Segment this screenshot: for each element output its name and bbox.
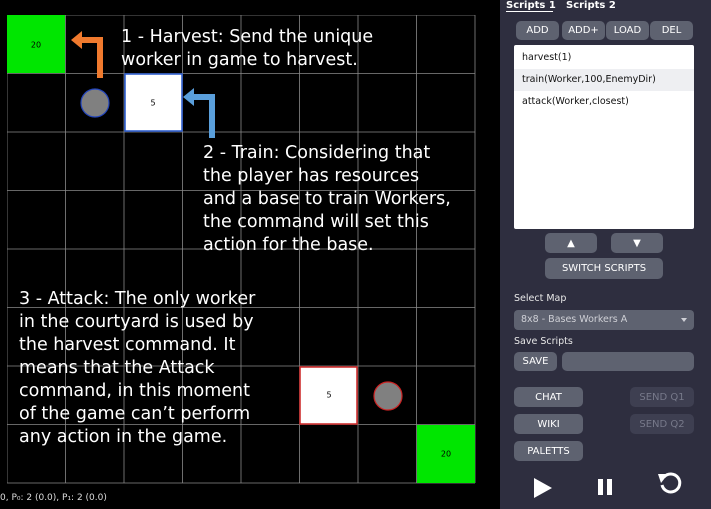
move-down-button[interactable]: ▼ — [611, 233, 663, 253]
play-icon[interactable] — [532, 476, 554, 500]
save-scripts-label: Save Scripts — [514, 336, 573, 347]
enemy-barracks-count: 5 — [326, 391, 331, 400]
pause-icon[interactable] — [596, 477, 614, 497]
orange-arrowhead-icon — [71, 31, 82, 49]
load-button[interactable]: LOAD — [606, 21, 649, 40]
chevron-down-icon — [681, 318, 687, 322]
scripts-list: harvest(1) train(Worker,100,EnemyDir) at… — [514, 45, 694, 229]
script-item[interactable]: train(Worker,100,EnemyDir) — [514, 69, 694, 91]
up-arrow-icon: ▲ — [567, 237, 575, 249]
player-worker-unit[interactable] — [80, 88, 110, 118]
select-map-label: Select Map — [514, 293, 567, 304]
save-name-input[interactable] — [562, 352, 694, 371]
palettes-button[interactable]: PALETTS — [514, 441, 583, 461]
switch-scripts-button[interactable]: SWITCH SCRIPTS — [545, 258, 663, 279]
side-panel: Scripts 1 Scripts 2 ADD ADD+ LOAD DEL ha… — [500, 0, 711, 509]
restart-icon[interactable] — [657, 471, 685, 497]
tab-scripts-1[interactable]: Scripts 1 — [506, 0, 556, 11]
script-item[interactable]: attack(Worker,closest) — [514, 91, 694, 113]
game-area: 20 20 5 5 1 - Harvest: Send the unique w… — [0, 0, 500, 509]
tab-underline — [506, 11, 553, 12]
enemy-worker-unit[interactable] — [373, 381, 403, 411]
send-q1-button[interactable]: SEND Q1 — [630, 387, 694, 407]
move-up-button[interactable]: ▲ — [545, 233, 597, 253]
tab-scripts-2[interactable]: Scripts 2 — [566, 0, 616, 11]
save-button[interactable]: SAVE — [514, 352, 557, 371]
send-q2-button[interactable]: SEND Q2 — [630, 414, 694, 434]
map-select-value: 8x8 - Bases Workers A — [521, 314, 628, 325]
del-button[interactable]: DEL — [650, 21, 693, 40]
add-plus-button[interactable]: ADD+ — [562, 21, 605, 40]
enemy-base-resources: 20 — [441, 450, 451, 459]
blue-arrowhead-icon — [183, 88, 194, 106]
player-barracks-count: 5 — [150, 99, 155, 108]
status-bar: 0, P₀: 2 (0.0), P₁: 2 (0.0) — [0, 493, 107, 503]
wiki-button[interactable]: WIKI — [514, 414, 583, 434]
player-base-resources: 20 — [31, 41, 41, 50]
orange-arrow-icon — [80, 37, 103, 78]
down-arrow-icon: ▼ — [633, 237, 641, 249]
script-item[interactable]: harvest(1) — [514, 47, 694, 69]
add-button[interactable]: ADD — [516, 21, 559, 40]
annotation-train: 2 - Train: Considering that the player h… — [203, 143, 451, 255]
map-select[interactable]: 8x8 - Bases Workers A — [514, 310, 694, 330]
annotation-attack: 3 - Attack: The only worker in the court… — [19, 289, 256, 447]
annotation-harvest: 1 - Harvest: Send the unique worker in g… — [121, 27, 374, 70]
chat-button[interactable]: CHAT — [514, 387, 583, 407]
